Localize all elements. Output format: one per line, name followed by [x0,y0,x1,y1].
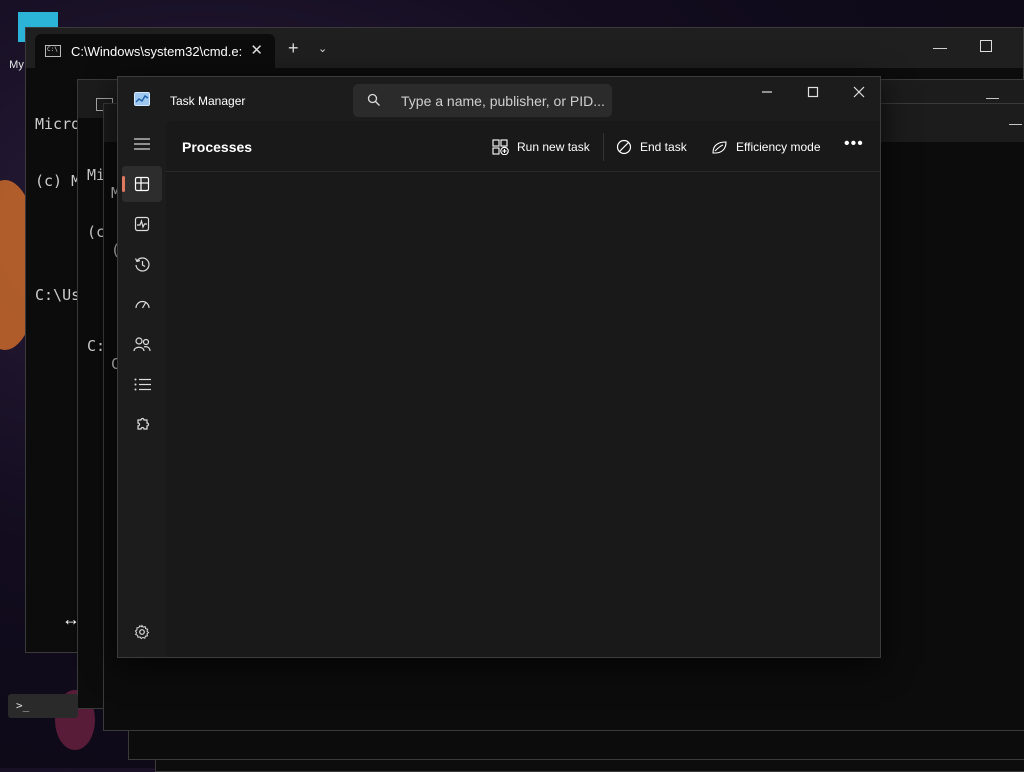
hamburger-menu-button[interactable] [122,126,162,162]
users-icon [133,337,151,352]
run-task-icon [492,139,509,155]
run-new-task-label: Run new task [517,140,590,154]
terminal-tab[interactable]: C:\ C:\Windows\system32\cmd.e: ✕ [35,34,275,68]
end-task-label: End task [640,140,687,154]
block-icon [616,139,632,155]
tab-title: C:\Windows\system32\cmd.e: [71,44,243,59]
close-icon [853,86,865,98]
hamburger-icon [134,138,150,150]
puzzle-icon [136,417,149,430]
taskbar-terminal-item[interactable]: >_ [8,694,78,718]
nav-processes[interactable] [122,166,162,202]
terminal-titlebar[interactable]: C:\ C:\Windows\system32\cmd.e: ✕ + ⌄ — [26,28,1023,68]
list-icon [134,378,151,390]
processes-icon [134,176,150,192]
close-tab-icon[interactable]: ✕ [250,41,263,59]
nav-app-history[interactable] [122,246,162,282]
end-task-button[interactable]: End task [616,135,687,159]
nav-startup-apps[interactable] [122,286,162,322]
search-box[interactable] [353,84,612,117]
new-tab-icon[interactable]: + [288,38,299,59]
nav-settings[interactable] [122,614,162,650]
task-manager-app-icon [134,92,150,106]
minimize-icon [762,91,772,93]
cmd-icon: C:\ [45,45,61,57]
history-icon [134,256,150,272]
nav-performance[interactable] [122,206,162,242]
performance-icon [134,216,150,232]
terminal-output: Micro (c) M C:\Us [35,77,80,343]
search-input[interactable] [399,90,608,112]
terminal-line: C:\Us [35,286,81,304]
minimize-icon[interactable]: — [1009,116,1022,131]
maximize-icon [807,86,819,98]
maximize-icon[interactable] [980,40,992,52]
terminal-line: Micro [35,115,81,133]
processes-pane: Processes Run new task End task Efficien… [166,121,880,657]
page-title: Processes [182,139,253,155]
terminal-icon: >_ [16,699,30,712]
efficiency-mode-label: Efficiency mode [736,140,821,154]
nav-details[interactable] [122,366,162,402]
leaf-icon [712,140,727,154]
efficiency-mode-button[interactable]: Efficiency mode [711,135,821,159]
close-button[interactable] [836,81,882,103]
task-manager-window[interactable]: Task Manager Type a name, publisher, or … [117,76,881,658]
more-options-button[interactable]: ••• [844,135,864,153]
terminal-line: (c) M [35,172,81,190]
nav-users[interactable] [122,326,162,362]
gear-icon [134,624,150,640]
resize-cursor-icon: ↔ [62,609,80,629]
speedometer-icon [134,300,150,309]
navigation-sidebar [118,121,166,657]
run-new-task-button[interactable]: Run new task [492,135,590,159]
minimize-button[interactable] [744,81,790,103]
nav-services[interactable] [122,406,162,442]
window-title: Task Manager [170,94,246,108]
minimize-icon[interactable]: — [933,39,947,55]
search-icon [367,93,380,106]
maximize-button[interactable] [790,81,836,103]
chevron-down-icon[interactable]: ⌄ [318,42,327,55]
command-bar: Processes Run new task End task Efficien… [166,121,880,172]
command-divider [603,133,604,161]
